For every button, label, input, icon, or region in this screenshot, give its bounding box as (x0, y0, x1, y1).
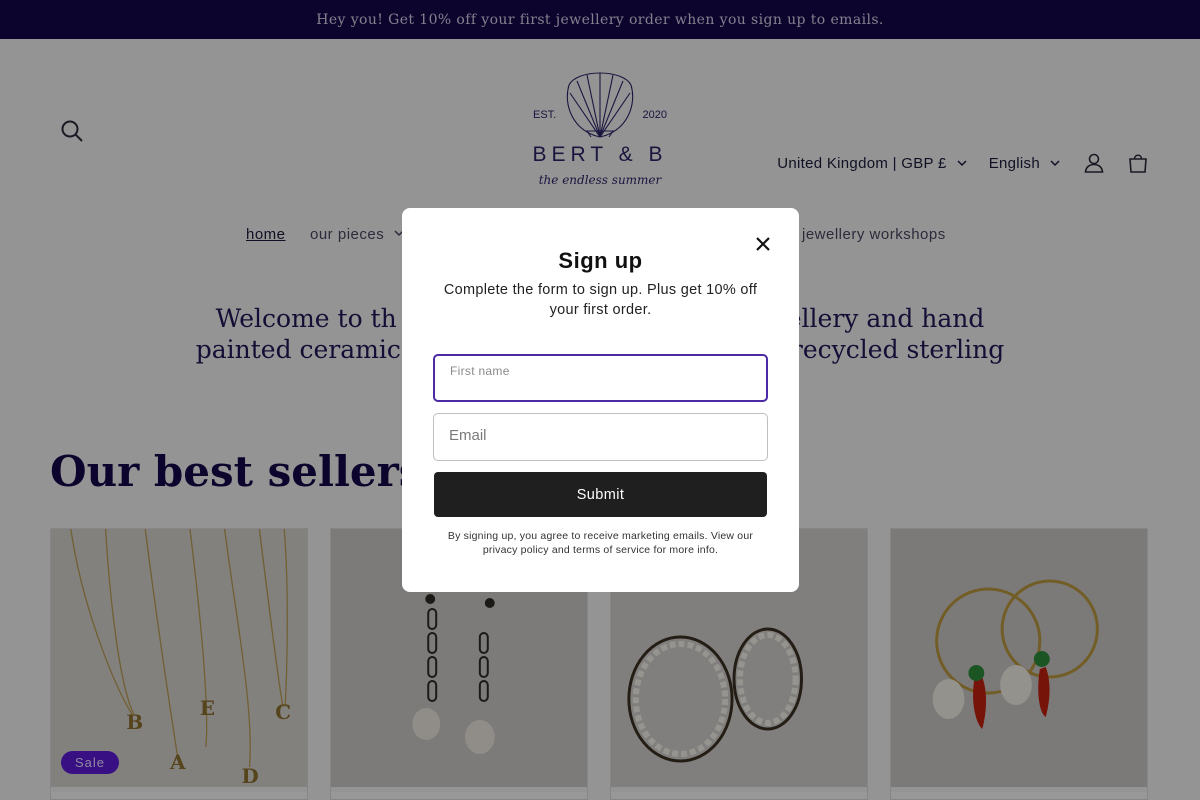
modal-title: Sign up (558, 248, 643, 273)
first-name-input[interactable] (450, 378, 750, 394)
first-name-label: First name (450, 364, 510, 378)
signup-modal: Sign up Complete the form to sign up. Pl… (402, 208, 799, 592)
submit-button[interactable]: Submit (434, 472, 767, 517)
email-field[interactable] (433, 413, 768, 461)
email-input[interactable] (449, 427, 749, 444)
legal-text: By signing up, you agree to receive mark… (447, 530, 754, 556)
modal-description: Complete the form to sign up. Plus get 1… (443, 282, 758, 318)
first-name-field[interactable]: First name (433, 354, 768, 402)
